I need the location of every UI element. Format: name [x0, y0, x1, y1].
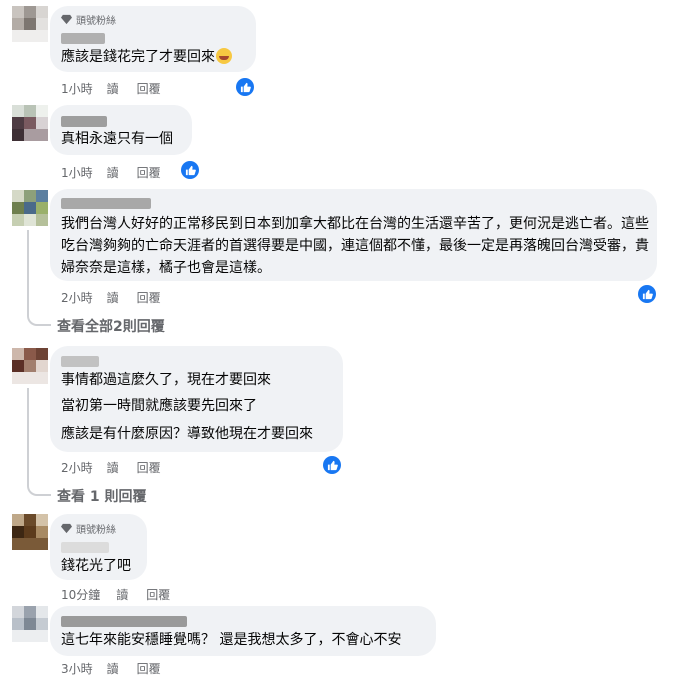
author-name[interactable] — [61, 542, 109, 553]
avatar[interactable] — [12, 190, 48, 226]
thread-connector — [27, 230, 51, 326]
reply-button[interactable]: 回覆 — [146, 586, 170, 603]
top-fan-badge: 頭號粉絲 — [61, 521, 116, 536]
thread-connector — [27, 388, 51, 496]
view-replies-link[interactable]: 查看全部2則回覆 — [57, 316, 165, 336]
comment-text: 這七年來能安穩睡覺嗎？ 還是我想太多了，不會心不安 — [61, 632, 402, 648]
timestamp[interactable]: 1小時 — [61, 80, 93, 97]
timestamp[interactable]: 2小時 — [61, 289, 93, 306]
author-name[interactable] — [61, 116, 107, 127]
reply-button[interactable]: 回覆 — [137, 164, 161, 181]
read-button[interactable]: 讀 — [107, 289, 119, 306]
like-reaction-icon[interactable] — [181, 161, 199, 179]
badge-label: 頭號粉絲 — [76, 16, 116, 27]
comment-actions: 10分鐘 讀 回覆 — [61, 586, 170, 603]
read-button[interactable]: 讀 — [107, 164, 119, 181]
diamond-icon — [61, 14, 72, 25]
comment-text: 應該是有什麼原因？導致他現在才要回來 — [61, 426, 313, 442]
timestamp[interactable]: 2小時 — [61, 459, 93, 476]
like-reaction-icon[interactable] — [638, 285, 656, 303]
top-fan-badge: 頭號粉絲 — [61, 12, 116, 27]
comment-actions: 2小時 讀 回覆 — [61, 459, 161, 476]
avatar[interactable] — [12, 348, 48, 384]
comment-text: 我們台灣人好好的正常移民到日本到加拿大都比在台灣的生活還辛苦了，更何況是逃亡者。… — [61, 216, 649, 276]
reply-button[interactable]: 回覆 — [137, 289, 161, 306]
badge-label: 頭號粉絲 — [76, 525, 116, 536]
comment-actions: 1小時 讀 回覆 — [61, 164, 161, 181]
reply-button[interactable]: 回覆 — [137, 459, 161, 476]
avatar[interactable] — [12, 6, 48, 42]
comment-text: 當初第一時間就應該要先回來了 — [61, 398, 257, 414]
author-name[interactable] — [61, 33, 105, 44]
read-button[interactable]: 讀 — [107, 459, 119, 476]
like-reaction-icon[interactable] — [323, 456, 341, 474]
avatar[interactable] — [12, 606, 48, 642]
reply-button[interactable]: 回覆 — [137, 660, 161, 677]
like-reaction-icon[interactable] — [236, 78, 254, 96]
reply-button[interactable]: 回覆 — [137, 80, 161, 97]
comment-text: 應該是錢花完了才要回來 — [61, 47, 232, 67]
timestamp[interactable]: 10分鐘 — [61, 586, 100, 603]
read-button[interactable]: 讀 — [116, 586, 128, 603]
comment-text: 錢花光了吧 — [61, 558, 131, 574]
author-name[interactable] — [61, 198, 151, 209]
author-name[interactable] — [61, 356, 99, 367]
read-button[interactable]: 讀 — [107, 80, 119, 97]
comment-text: 事情都過這麼久了，現在才要回來 — [61, 372, 271, 388]
read-button[interactable]: 讀 — [107, 660, 119, 677]
author-name[interactable] — [61, 616, 187, 627]
rofl-emoji-icon — [216, 48, 232, 64]
comment-actions: 2小時 讀 回覆 — [61, 289, 161, 306]
timestamp[interactable]: 1小時 — [61, 164, 93, 181]
timestamp[interactable]: 3小時 — [61, 660, 93, 677]
comment-text: 真相永遠只有一個 — [61, 131, 173, 147]
comment-actions: 3小時 讀 回覆 — [61, 660, 161, 677]
comment-actions: 1小時 讀 回覆 — [61, 80, 161, 97]
avatar[interactable] — [12, 514, 48, 550]
avatar[interactable] — [12, 105, 48, 141]
view-replies-link[interactable]: 查看 1 則回覆 — [57, 486, 147, 506]
diamond-icon — [61, 523, 72, 534]
